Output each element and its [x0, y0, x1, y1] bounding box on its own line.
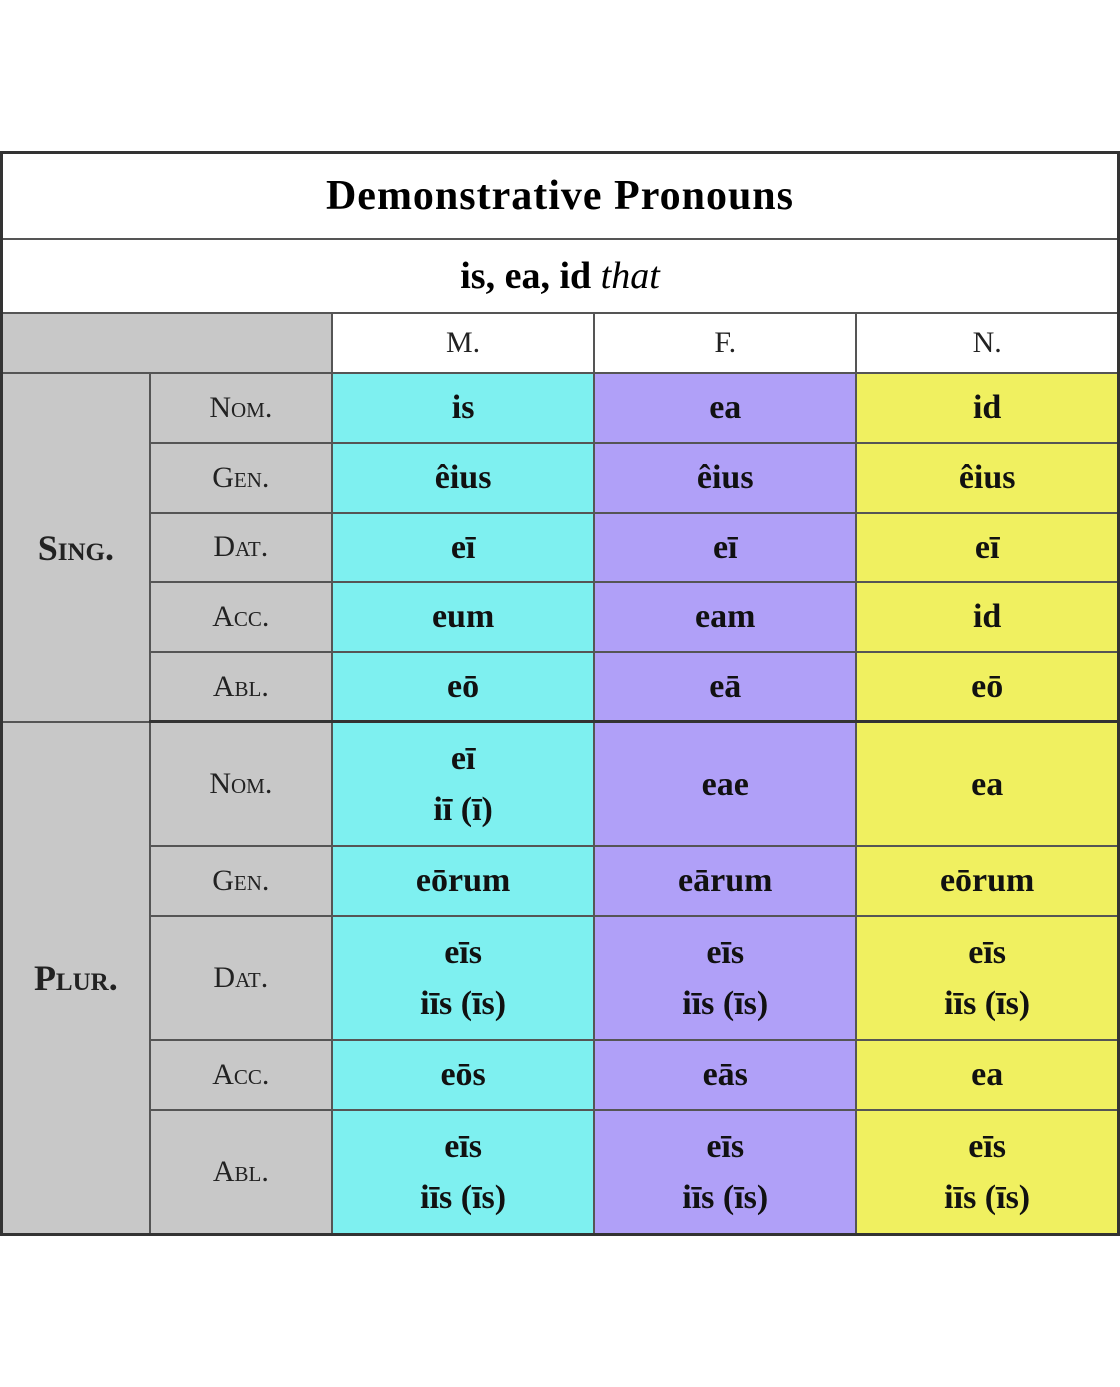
- plur-nom-case: Nom.: [150, 722, 332, 847]
- sing-gen-row: Gen. êius êius êius: [2, 443, 1119, 513]
- plur-abl-n: eīsiīs (īs): [856, 1110, 1118, 1235]
- sing-acc-m: eum: [332, 582, 594, 652]
- plur-acc-case: Acc.: [150, 1040, 332, 1110]
- sing-gen-case: Gen.: [150, 443, 332, 513]
- plur-dat-row: Dat. eīsiīs (īs) eīsiīs (īs) eīsiīs (īs): [2, 916, 1119, 1040]
- plur-nom-row: Plur. Nom. eīiī (ī) eae ea: [2, 722, 1119, 847]
- table-subtitle: is, ea, id that: [2, 239, 1119, 313]
- plur-nom-n: ea: [856, 722, 1118, 847]
- subtitle-italic: that: [601, 255, 660, 297]
- sing-acc-row: Acc. eum eam id: [2, 582, 1119, 652]
- sing-abl-n: eō: [856, 652, 1118, 722]
- sing-nom-n: id: [856, 373, 1118, 443]
- sing-nom-f: ea: [594, 373, 856, 443]
- plur-label: Plur.: [2, 722, 150, 1234]
- sing-abl-f: eā: [594, 652, 856, 722]
- plur-acc-f: eās: [594, 1040, 856, 1110]
- sing-acc-case: Acc.: [150, 582, 332, 652]
- sing-abl-m: eō: [332, 652, 594, 722]
- plur-dat-n: eīsiīs (īs): [856, 916, 1118, 1040]
- plur-dat-case: Dat.: [150, 916, 332, 1040]
- plur-abl-f: eīsiīs (īs): [594, 1110, 856, 1235]
- plur-dat-m: eīsiīs (īs): [332, 916, 594, 1040]
- gender-header-row: M. F. N.: [2, 313, 1119, 373]
- sing-dat-f: eī: [594, 513, 856, 583]
- plur-gen-f: eārum: [594, 846, 856, 916]
- header-m: M.: [332, 313, 594, 373]
- sing-acc-n: id: [856, 582, 1118, 652]
- sing-abl-case: Abl.: [150, 652, 332, 722]
- sing-gen-f: êius: [594, 443, 856, 513]
- empty-header: [2, 313, 333, 373]
- sing-label: Sing.: [2, 373, 150, 721]
- plur-nom-m: eīiī (ī): [332, 722, 594, 847]
- plur-nom-f: eae: [594, 722, 856, 847]
- sing-nom-row: Sing. Nom. is ea id: [2, 373, 1119, 443]
- plur-abl-m: eīsiīs (īs): [332, 1110, 594, 1235]
- sing-dat-case: Dat.: [150, 513, 332, 583]
- plur-gen-case: Gen.: [150, 846, 332, 916]
- header-n: N.: [856, 313, 1118, 373]
- sing-dat-n: eī: [856, 513, 1118, 583]
- plur-gen-m: eōrum: [332, 846, 594, 916]
- plur-abl-case: Abl.: [150, 1110, 332, 1235]
- main-table: Demonstrative Pronouns is, ea, id that M…: [0, 151, 1120, 1235]
- sing-gen-n: êius: [856, 443, 1118, 513]
- header-f: F.: [594, 313, 856, 373]
- plur-gen-n: eōrum: [856, 846, 1118, 916]
- plur-acc-n: ea: [856, 1040, 1118, 1110]
- table-title: Demonstrative Pronouns: [2, 153, 1119, 240]
- plur-dat-f: eīsiīs (īs): [594, 916, 856, 1040]
- title-row: Demonstrative Pronouns: [2, 153, 1119, 240]
- sing-dat-m: eī: [332, 513, 594, 583]
- sing-abl-row: Abl. eō eā eō: [2, 652, 1119, 722]
- sing-acc-f: eam: [594, 582, 856, 652]
- sing-nom-m: is: [332, 373, 594, 443]
- subtitle-text: is, ea, id: [460, 255, 600, 297]
- sing-nom-case: Nom.: [150, 373, 332, 443]
- sing-gen-m: êius: [332, 443, 594, 513]
- plur-gen-row: Gen. eōrum eārum eōrum: [2, 846, 1119, 916]
- sing-dat-row: Dat. eī eī eī: [2, 513, 1119, 583]
- plur-acc-m: eōs: [332, 1040, 594, 1110]
- subtitle-row: is, ea, id that: [2, 239, 1119, 313]
- plur-acc-row: Acc. eōs eās ea: [2, 1040, 1119, 1110]
- plur-abl-row: Abl. eīsiīs (īs) eīsiīs (īs) eīsiīs (īs): [2, 1110, 1119, 1235]
